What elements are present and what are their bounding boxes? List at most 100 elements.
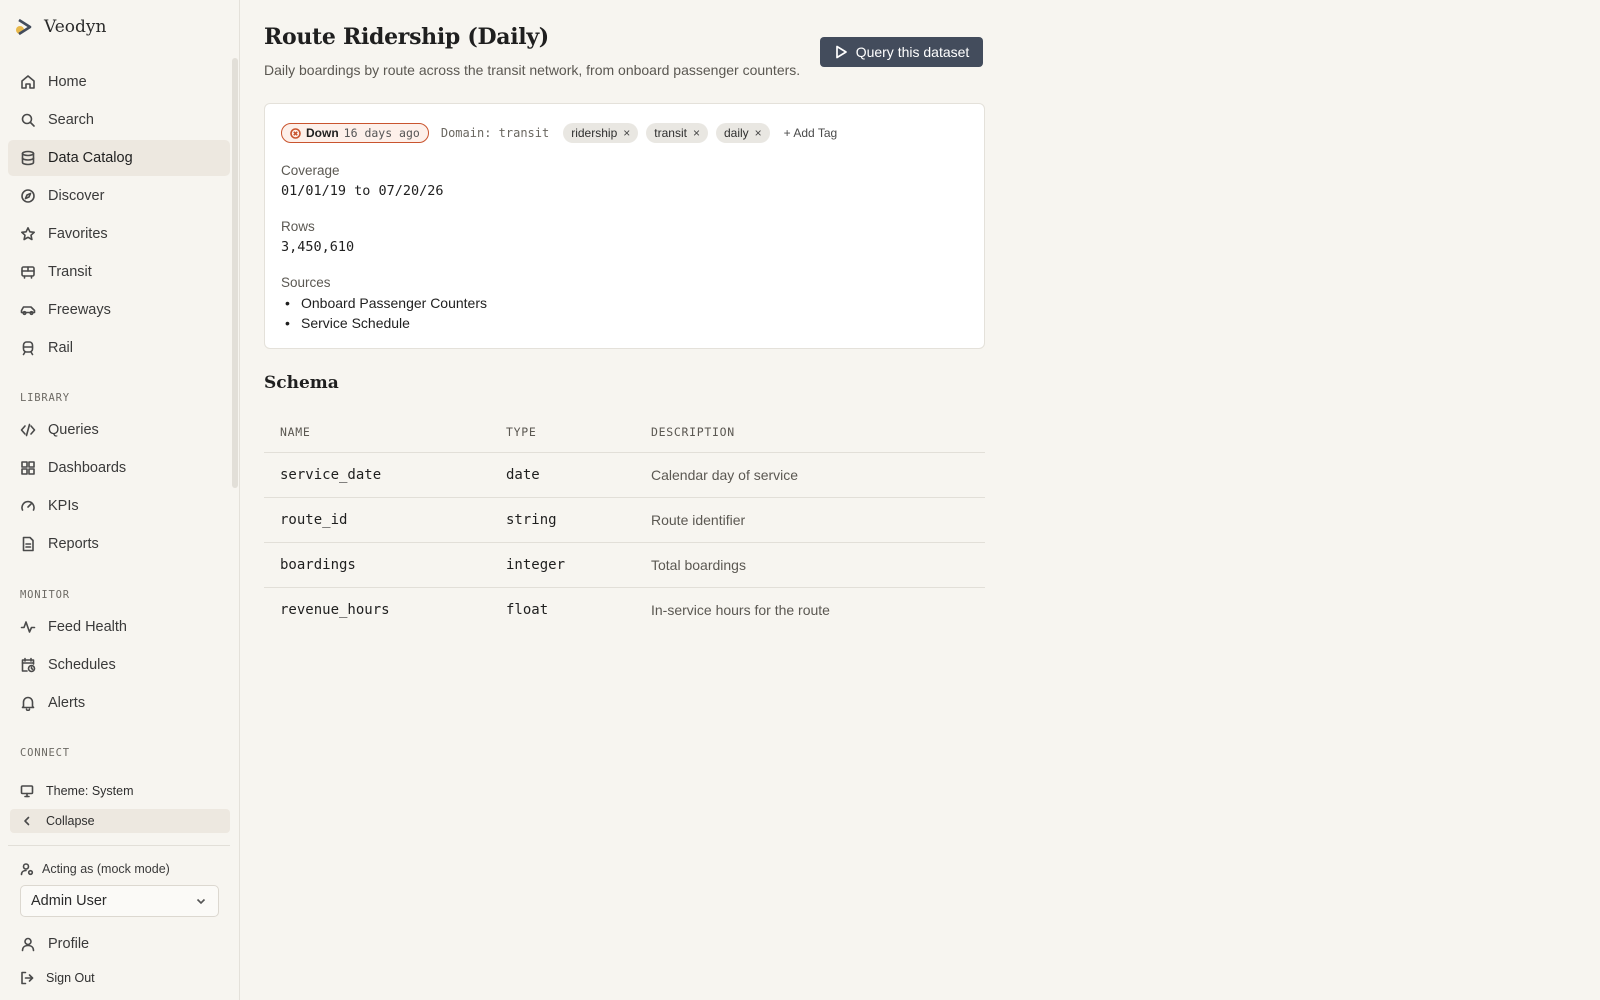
database-icon [21, 150, 35, 166]
table-divider [264, 497, 985, 498]
sidebar-item-queries[interactable]: Queries [8, 412, 230, 448]
brand[interactable]: Veodyn [14, 16, 106, 38]
activity-icon [20, 621, 36, 633]
theme-label: Theme: System [46, 784, 134, 798]
monitor-icon [20, 785, 34, 798]
car-icon [20, 306, 36, 316]
sidebar-item-profile[interactable]: Profile [8, 926, 230, 962]
user-cog-icon [20, 863, 34, 876]
query-button-label: Query this dataset [855, 44, 970, 60]
sidebar-item-label: Transit [48, 264, 92, 280]
x-circle-icon [290, 127, 301, 139]
sidebar-item-label: Rail [48, 340, 73, 356]
field-name: service_date [280, 467, 382, 483]
acting-user-select[interactable]: Admin User [20, 885, 219, 917]
chevron-down-icon [196, 898, 206, 905]
file-icon [22, 536, 34, 552]
status-text: Down [306, 126, 339, 140]
coverage-value: 01/01/19 to 07/20/26 [281, 183, 444, 199]
column-header-type: TYPE [506, 425, 537, 439]
sidebar-item-transit[interactable]: Transit [8, 254, 230, 290]
remove-tag-button[interactable]: × [693, 126, 700, 140]
train-icon [22, 341, 34, 356]
play-icon [835, 45, 847, 59]
sidebar-divider [8, 845, 230, 846]
sign-out-label: Sign Out [46, 971, 95, 985]
sidebar-item-kpis[interactable]: KPIs [8, 488, 230, 524]
gauge-icon [21, 500, 35, 511]
acting-as-text: Acting as (mock mode) [42, 862, 170, 876]
field-name: boardings [280, 557, 356, 573]
field-name: revenue_hours [280, 602, 390, 618]
bell-icon [21, 696, 35, 711]
section-label-connect: CONNECT [20, 747, 70, 759]
page-title: Route Ridership (Daily) [264, 24, 549, 50]
tag-chip: transit × [646, 123, 708, 143]
field-type: string [506, 512, 557, 528]
bus-icon [21, 266, 35, 279]
sidebar-item-feed-health[interactable]: Feed Health [8, 609, 230, 645]
sidebar-item-favorites[interactable]: Favorites [8, 216, 230, 252]
calendar-clock-icon [21, 657, 36, 673]
sidebar-item-label: Freeways [48, 302, 111, 318]
acting-user-value: Admin User [31, 893, 107, 909]
sidebar-item-label: Reports [48, 536, 99, 552]
remove-tag-button[interactable]: × [623, 126, 630, 140]
sidebar-item-label: Queries [48, 422, 99, 438]
table-divider [264, 452, 985, 453]
field-type: float [506, 602, 549, 618]
tag-chip: daily × [715, 123, 770, 143]
tag-label: ridership [571, 126, 618, 140]
table-divider [264, 542, 985, 543]
tag-label: transit [654, 126, 687, 140]
theme-toggle[interactable]: Theme: System [10, 779, 230, 803]
sidebar-item-data-catalog[interactable]: Data Catalog [8, 140, 230, 176]
sidebar-scrollbar[interactable] [232, 58, 238, 488]
field-description: Calendar day of service [651, 467, 799, 483]
sidebar-item-freeways[interactable]: Freeways [8, 292, 230, 328]
collapse-button[interactable]: Collapse [10, 809, 230, 833]
sidebar-item-reports[interactable]: Reports [8, 526, 230, 562]
collapse-label: Collapse [46, 814, 95, 828]
field-name: route_id [280, 512, 348, 528]
status-badge: Down 16 days ago [281, 123, 429, 143]
status-age: 16 days ago [343, 126, 420, 140]
user-icon [21, 937, 35, 952]
sidebar-item-label: Data Catalog [48, 150, 133, 166]
sidebar-item-label: Schedules [48, 657, 116, 673]
dataset-details-card: Down 16 days ago Domain: transit ridersh… [264, 103, 985, 349]
sidebar-item-label: Feed Health [48, 619, 127, 635]
tag-row: Down 16 days ago Domain: transit ridersh… [281, 123, 837, 143]
page-description: Daily boardings by route across the tran… [264, 62, 801, 78]
field-description: In-service hours for the route [651, 602, 830, 618]
sidebar-item-label: Search [48, 112, 94, 128]
home-icon [21, 75, 35, 89]
source-item: Service Schedule [285, 315, 410, 331]
tag-chip: ridership × [563, 123, 639, 143]
rows-value: 3,450,610 [281, 239, 355, 255]
section-label-monitor: MONITOR [20, 589, 70, 601]
add-tag-button[interactable]: + Add Tag [784, 126, 838, 140]
sidebar-item-alerts[interactable]: Alerts [8, 685, 230, 721]
sidebar-item-home[interactable]: Home [8, 64, 230, 100]
sidebar-item-dashboards[interactable]: Dashboards [8, 450, 230, 486]
rows-label: Rows [281, 219, 315, 234]
sidebar-item-discover[interactable]: Discover [8, 178, 230, 214]
field-type: integer [506, 557, 566, 573]
sidebar: Veodyn Home Search Data Catalog Discover… [0, 0, 240, 1000]
field-type: date [506, 467, 540, 483]
sidebar-item-schedules[interactable]: Schedules [8, 647, 230, 683]
sidebar-item-label: Profile [48, 936, 90, 952]
sidebar-item-rail[interactable]: Rail [8, 330, 230, 366]
sidebar-item-label: KPIs [48, 498, 79, 514]
acting-as-label: Acting as (mock mode) [20, 862, 170, 876]
field-description: Total boardings [651, 557, 746, 573]
sign-out-button[interactable]: Sign Out [10, 966, 230, 990]
sources-label: Sources [281, 275, 331, 290]
schema-title: Schema [264, 373, 339, 393]
sidebar-item-search[interactable]: Search [8, 102, 230, 138]
section-label-library: LIBRARY [20, 392, 70, 404]
remove-tag-button[interactable]: × [755, 126, 762, 140]
query-dataset-button[interactable]: Query this dataset [820, 37, 983, 67]
app-name: Veodyn [44, 17, 107, 37]
